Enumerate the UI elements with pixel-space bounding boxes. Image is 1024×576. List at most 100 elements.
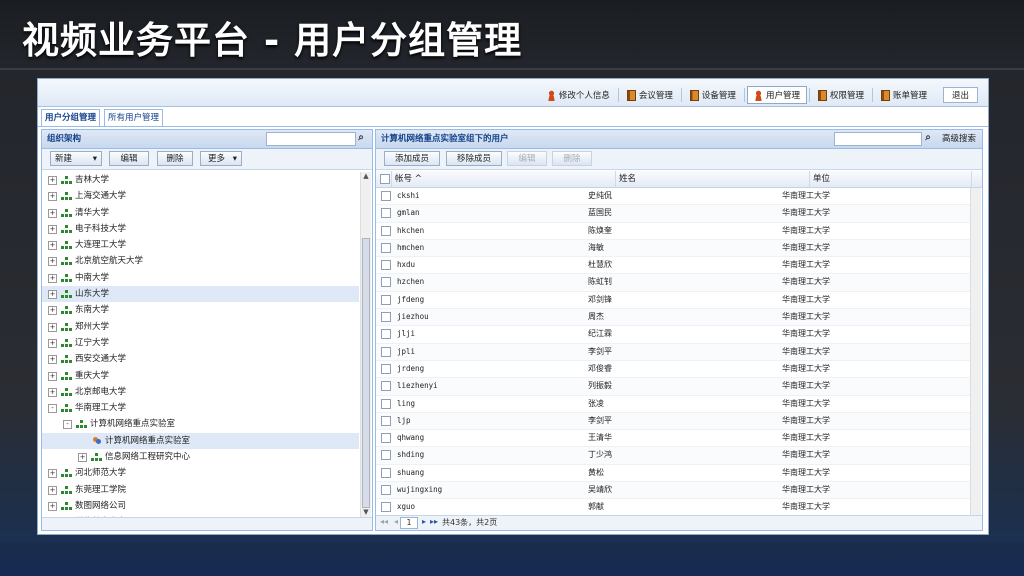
remove-member-button[interactable]: 移除成员: [446, 151, 502, 166]
select-all-checkbox[interactable]: [380, 174, 390, 184]
row-checkbox[interactable]: [381, 485, 391, 496]
tree-node[interactable]: + 北京邮电大学: [42, 384, 359, 400]
row-checkbox[interactable]: [381, 381, 391, 392]
tab-user-group-management[interactable]: 用户分组管理: [41, 109, 101, 126]
nav-item-3[interactable]: 用户管理: [746, 86, 807, 104]
row-checkbox[interactable]: [381, 260, 391, 271]
expand-icon[interactable]: +: [48, 273, 57, 283]
table-row[interactable]: xguo 郭献 华南理工大学: [376, 499, 972, 515]
new-dropdown-button[interactable]: 新建 ▾: [50, 151, 102, 166]
row-checkbox[interactable]: [381, 346, 391, 357]
users-search-input[interactable]: [834, 132, 922, 146]
row-checkbox[interactable]: [381, 294, 391, 305]
expand-icon[interactable]: +: [48, 208, 57, 218]
tree-node[interactable]: + 大连理工大学: [42, 237, 359, 253]
row-checkbox[interactable]: [381, 450, 391, 461]
table-row[interactable]: hkchen 陈焕奎 华南理工大学: [376, 223, 972, 240]
column-header-name[interactable]: 姓名: [616, 171, 810, 187]
table-row[interactable]: jpli 李剑平 华南理工大学: [376, 343, 972, 361]
table-row[interactable]: hzchen 陈虹钊 华南理工大学: [376, 274, 972, 292]
nav-item-1[interactable]: 会议管理: [621, 87, 679, 103]
collapse-icon[interactable]: -: [63, 420, 72, 430]
nav-item-2[interactable]: 设备管理: [684, 87, 742, 103]
table-row[interactable]: jiezhou 周杰 华南理工大学: [376, 309, 972, 327]
edit-user-button[interactable]: 编辑: [507, 151, 547, 166]
expand-icon[interactable]: +: [48, 176, 57, 185]
table-row[interactable]: jfdeng 邓剑锋 华南理工大学: [376, 292, 972, 310]
tree-node[interactable]: + 上海交通大学: [42, 188, 359, 204]
table-row[interactable]: shuang 黄松 华南理工大学: [376, 465, 972, 483]
expand-icon[interactable]: +: [48, 355, 57, 365]
scroll-up-icon[interactable]: ▲: [361, 172, 371, 182]
more-dropdown-button[interactable]: 更多 ▾: [200, 151, 242, 166]
first-page-icon[interactable]: ◂◂: [380, 517, 388, 526]
delete-button[interactable]: 删除: [157, 151, 193, 166]
logout-button[interactable]: 退出: [942, 87, 978, 103]
table-row[interactable]: hmchen 海敏 华南理工大学: [376, 239, 972, 258]
page-number-input[interactable]: 1: [400, 517, 418, 529]
nav-item-4[interactable]: 权限管理: [812, 87, 870, 103]
tree-node[interactable]: 计算机网络重点实验室: [42, 432, 359, 450]
table-row[interactable]: liezhenyi 列振毅 华南理工大学: [376, 378, 972, 396]
edit-button[interactable]: 编辑: [109, 151, 149, 166]
row-checkbox[interactable]: [381, 277, 391, 288]
row-checkbox[interactable]: [381, 433, 391, 444]
column-header-unit[interactable]: 单位: [810, 171, 972, 187]
tree-node[interactable]: + 河北师范大学: [42, 465, 359, 481]
expand-icon[interactable]: +: [48, 241, 57, 251]
users-grid-scrollbar[interactable]: [970, 188, 981, 515]
nav-item-0[interactable]: 修改个人信息: [541, 87, 616, 103]
expand-icon[interactable]: +: [48, 192, 57, 202]
search-icon[interactable]: ⌕: [921, 132, 935, 144]
tab-all-users-management[interactable]: 所有用户管理: [104, 109, 164, 126]
table-row[interactable]: ljp 李剑平 华南理工大学: [376, 412, 972, 431]
org-search-input[interactable]: [266, 132, 356, 146]
nav-item-5[interactable]: 账单管理: [875, 87, 933, 103]
row-checkbox[interactable]: [381, 312, 391, 323]
row-checkbox[interactable]: [381, 502, 391, 513]
row-checkbox[interactable]: [381, 191, 391, 201]
expand-icon[interactable]: +: [48, 371, 57, 381]
tree-node[interactable]: + 清华大学: [42, 205, 359, 221]
collapse-icon[interactable]: -: [48, 404, 57, 414]
tree-node[interactable]: + 重庆大学: [42, 368, 359, 384]
tree-node[interactable]: + 辽宁大学: [42, 335, 359, 351]
expand-icon[interactable]: +: [78, 453, 87, 463]
table-row[interactable]: ling 张凌 华南理工大学: [376, 396, 972, 413]
next-page-icon[interactable]: ▸: [422, 517, 426, 526]
tree-node[interactable]: - 华南理工大学: [42, 400, 359, 416]
prev-page-icon[interactable]: ◂: [394, 517, 398, 526]
org-tree-scrollbar[interactable]: ▲ ▼: [360, 172, 371, 518]
expand-icon[interactable]: +: [48, 224, 57, 234]
add-member-button[interactable]: 添加成员: [384, 151, 440, 166]
row-checkbox[interactable]: [381, 415, 391, 426]
last-page-icon[interactable]: ▸▸: [430, 517, 438, 526]
row-checkbox[interactable]: [381, 398, 391, 409]
row-checkbox[interactable]: [381, 225, 391, 236]
expand-icon[interactable]: +: [48, 338, 57, 348]
expand-icon[interactable]: +: [48, 322, 57, 332]
tree-node[interactable]: + 电子科技大学: [42, 221, 359, 237]
tree-node[interactable]: + 吉林大学: [42, 172, 359, 188]
table-row[interactable]: qhwang 王清华 华南理工大学: [376, 430, 972, 448]
tree-node[interactable]: + 山东大学: [42, 286, 359, 303]
scrollbar-thumb[interactable]: [362, 238, 370, 508]
row-checkbox[interactable]: [381, 467, 391, 478]
table-row[interactable]: gmlan 蓝国民 华南理工大学: [376, 205, 972, 223]
row-checkbox[interactable]: [381, 242, 391, 253]
tree-node[interactable]: + 数图网络公司: [42, 498, 359, 514]
tree-node[interactable]: + 北京航空航天大学: [42, 253, 359, 269]
tree-node[interactable]: + 郑州大学: [42, 319, 359, 335]
table-row[interactable]: jrdeng 邓俊睿 华南理工大学: [376, 361, 972, 379]
tree-node[interactable]: - 计算机网络重点实验室: [42, 416, 359, 432]
expand-icon[interactable]: +: [48, 387, 57, 397]
row-checkbox[interactable]: [381, 208, 391, 219]
tree-node[interactable]: + 西安交通大学: [42, 351, 359, 367]
expand-icon[interactable]: +: [48, 306, 57, 316]
search-icon[interactable]: ⌕: [354, 132, 368, 144]
row-checkbox[interactable]: [381, 329, 391, 340]
tree-node[interactable]: + 中南大学: [42, 270, 359, 286]
tree-node[interactable]: + 东南大学: [42, 302, 359, 318]
table-row[interactable]: shding 丁少鸿 华南理工大学: [376, 447, 972, 465]
table-row[interactable]: ckshi 史纯侃 华南理工大学: [376, 188, 972, 206]
